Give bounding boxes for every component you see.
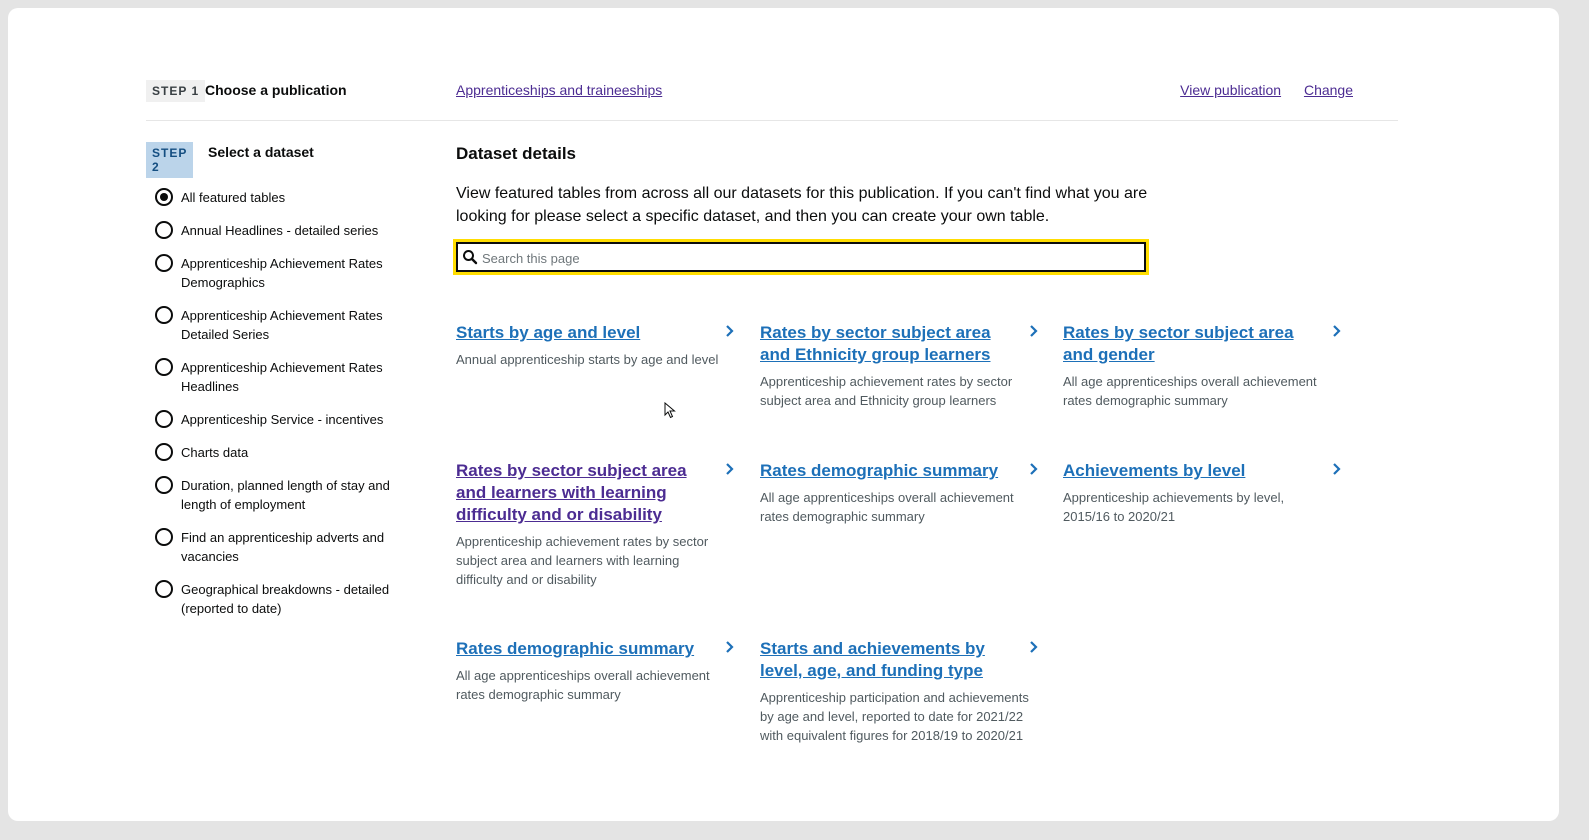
step2-title: Select a dataset [208,144,314,160]
featured-table-link[interactable]: Rates demographic summary [760,460,1015,482]
radio-label: Duration, planned length of stay and len… [181,478,390,512]
step1-actions: View publication Change [1161,82,1353,98]
featured-table-description: All age apprenticeships overall achievem… [456,668,710,702]
radio-icon[interactable] [155,254,173,272]
featured-table-card[interactable]: Rates demographic summary All age appren… [760,460,1040,526]
featured-table-link[interactable]: Starts and achievements by level, age, a… [760,638,1015,682]
dataset-radio[interactable]: Find an apprenticeship adverts and vacan… [155,528,415,566]
app-frame: STEP 1 Choose a publication Apprenticesh… [8,8,1559,821]
dataset-radio[interactable]: All featured tables [155,188,415,207]
featured-table-description: Annual apprenticeship starts by age and … [456,352,719,367]
publication-link[interactable]: Apprenticeships and traineeships [456,82,662,98]
featured-table-link[interactable]: Rates by sector subject area and gender [1063,322,1318,366]
dataset-radio[interactable]: Duration, planned length of stay and len… [155,476,415,514]
featured-table-description: Apprenticeship achievements by level, 20… [1063,490,1285,524]
featured-table-card[interactable]: Starts and achievements by level, age, a… [760,638,1040,745]
featured-table-link[interactable]: Rates by sector subject area and learner… [456,460,711,526]
radio-icon[interactable] [155,528,173,546]
radio-label: Apprenticeship Achievement Rates Headlin… [181,360,383,394]
featured-table-card[interactable]: Rates by sector subject area and learner… [456,460,736,589]
details-heading: Dataset details [456,144,576,163]
radio-icon[interactable] [155,580,173,598]
featured-table-link[interactable]: Rates by sector subject area and Ethnici… [760,322,1015,366]
featured-table-link[interactable]: Rates demographic summary [456,638,711,660]
radio-icon[interactable] [155,306,173,324]
search-input[interactable] [480,244,1134,272]
details-intro: View featured tables from across all our… [456,185,1148,225]
radio-icon[interactable] [155,358,173,376]
radio-label: Geographical breakdowns - detailed (repo… [181,582,390,616]
radio-label: All featured tables [181,190,286,205]
chevron-right-icon [726,463,734,475]
radio-icon[interactable] [155,443,173,461]
dataset-radio[interactable]: Annual Headlines - detailed series [155,221,415,240]
radio-icon[interactable] [155,476,173,494]
dataset-radio-group: All featured tables Annual Headlines - d… [155,188,415,632]
featured-table-card[interactable]: Achievements by level Apprenticeship ach… [1063,460,1343,526]
chevron-right-icon [1030,325,1038,337]
featured-table-description: Apprenticeship participation and achieve… [760,690,1029,743]
change-publication-link[interactable]: Change [1304,82,1353,98]
chevron-right-icon [726,641,734,653]
radio-selected-icon[interactable] [155,188,173,206]
step2-tag: STEP 2 [146,142,194,178]
featured-table-card[interactable]: Rates by sector subject area and Ethnici… [760,322,1040,410]
featured-table-description: All age apprenticeships overall achievem… [1063,374,1317,408]
chevron-right-icon [1333,325,1341,337]
mouse-pointer-icon [664,402,676,419]
featured-table-card[interactable]: Rates demographic summary All age appren… [456,638,736,704]
featured-table-link[interactable]: Achievements by level [1063,460,1318,482]
featured-table-description: Apprenticeship achievement rates by sect… [760,374,1013,408]
view-publication-link[interactable]: View publication [1180,82,1281,98]
featured-table-card[interactable]: Starts by age and level Annual apprentic… [456,322,736,369]
dataset-radio[interactable]: Apprenticeship Achievement Rates Demogra… [155,254,415,292]
radio-label: Apprenticeship Achievement Rates Demogra… [181,256,383,290]
search-icon [463,250,478,265]
chevron-right-icon [1030,641,1038,653]
step1-title: Choose a publication [205,82,347,98]
dataset-radio[interactable]: Apprenticeship Achievement Rates Headlin… [155,358,415,396]
step1-summary: STEP 1 Choose a publication Apprenticesh… [146,80,1398,121]
radio-label: Apprenticeship Achievement Rates Detaile… [181,308,383,342]
radio-label: Annual Headlines - detailed series [181,223,379,238]
radio-icon[interactable] [155,410,173,428]
radio-label: Find an apprenticeship adverts and vacan… [181,530,385,564]
dataset-radio[interactable]: Apprenticeship Service - incentives [155,410,415,429]
radio-icon[interactable] [155,221,173,239]
step1-tag: STEP 1 [146,80,206,102]
featured-table-link[interactable]: Starts by age and level [456,322,711,344]
radio-label: Apprenticeship Service - incentives [181,412,384,427]
search-box [456,242,1146,272]
chevron-right-icon [726,325,734,337]
chevron-right-icon [1333,463,1341,475]
featured-table-description: All age apprenticeships overall achievem… [760,490,1014,524]
dataset-radio[interactable]: Apprenticeship Achievement Rates Detaile… [155,306,415,344]
dataset-radio[interactable]: Charts data [155,443,415,462]
dataset-radio[interactable]: Geographical breakdowns - detailed (repo… [155,580,415,618]
featured-table-card[interactable]: Rates by sector subject area and gender … [1063,322,1343,410]
featured-table-description: Apprenticeship achievement rates by sect… [456,534,709,587]
chevron-right-icon [1030,463,1038,475]
radio-label: Charts data [181,445,249,460]
dataset-details: Dataset details View featured tables fro… [456,142,1406,743]
